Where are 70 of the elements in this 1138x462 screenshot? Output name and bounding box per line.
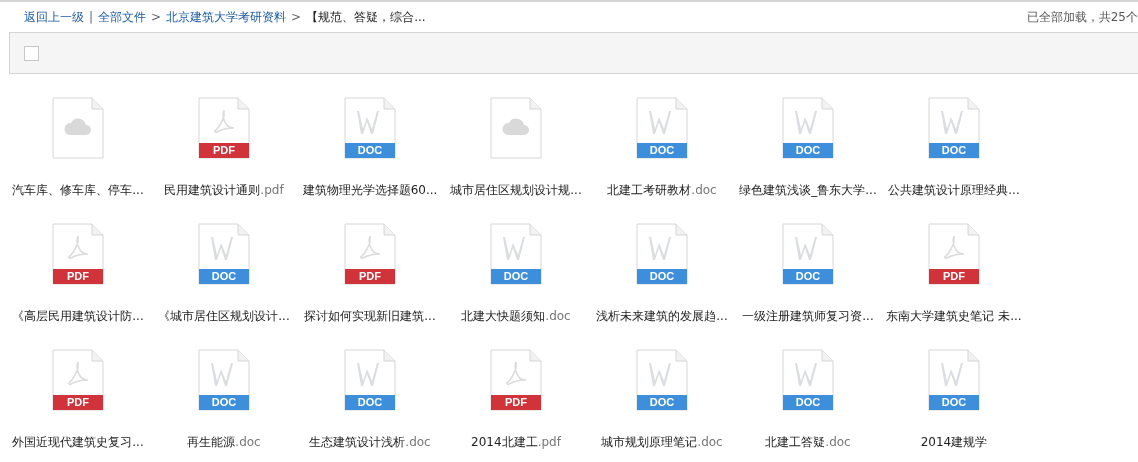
file-type-label: DOC — [794, 395, 822, 410]
doc-file-icon — [198, 223, 250, 285]
file-type-label: DOC — [210, 269, 238, 284]
file-name[interactable]: 北建大快题须知.doc — [461, 308, 571, 325]
file-type-label: DOC — [794, 269, 822, 284]
file-type-label: DOC — [794, 143, 822, 158]
file-type-label: DOC — [940, 395, 968, 410]
file-type-label: DOC — [648, 395, 676, 410]
breadcrumb-separator: | — [89, 10, 94, 24]
doc-file-icon — [636, 223, 688, 285]
file-name[interactable]: 2014建规学 — [920, 434, 988, 451]
breadcrumb-link[interactable]: 全部文件 — [98, 8, 147, 26]
file-name[interactable]: 建筑物理光学选择题60... — [302, 182, 438, 199]
file-type-label: PDF — [504, 395, 528, 410]
file-type-label: PDF — [942, 269, 966, 284]
file-type-label: DOC — [648, 269, 676, 284]
file-name[interactable]: 一级注册建筑师复习资... — [742, 308, 874, 325]
file-name[interactable]: 民用建筑设计通则.pdf — [164, 182, 284, 199]
doc-file-icon — [928, 97, 980, 159]
file-type-label: DOC — [356, 143, 384, 158]
breadcrumb-link[interactable]: 返回上一级 — [24, 8, 84, 26]
file-name[interactable]: 再生能源.doc — [187, 434, 261, 451]
breadcrumb-separator: > — [291, 10, 302, 24]
doc-file-icon — [636, 97, 688, 159]
doc-file-icon — [636, 349, 688, 411]
file-type-label: PDF — [66, 395, 90, 410]
file-name[interactable]: 汽车库、修车库、停车... — [12, 182, 144, 199]
file-type-label: DOC — [940, 143, 968, 158]
pdf-file-icon — [52, 223, 104, 285]
file-name[interactable]: 探讨如何实现新旧建筑... — [304, 308, 436, 325]
file-name[interactable]: 绿色建筑浅谈_鲁东大学... — [739, 182, 877, 199]
file-name[interactable]: 2014北建工.pdf — [471, 434, 561, 451]
breadcrumb-separator: > — [151, 10, 162, 24]
cloud-file-icon — [52, 97, 104, 159]
file-type-label: PDF — [212, 143, 236, 158]
doc-file-icon — [782, 223, 834, 285]
pdf-file-icon — [198, 97, 250, 159]
file-name[interactable]: 生态建筑设计浅析.doc — [309, 434, 431, 451]
cloud-file-icon — [490, 97, 542, 159]
doc-file-icon — [782, 97, 834, 159]
file-name[interactable]: 城市规划原理笔记.doc — [601, 434, 723, 451]
load-status: 已全部加载，共25个 — [1026, 8, 1138, 26]
doc-file-icon — [928, 349, 980, 411]
file-name[interactable]: 《高层民用建筑设计防... — [12, 308, 144, 325]
pdf-file-icon — [52, 349, 104, 411]
breadcrumb-link[interactable]: 北京建筑大学考研资料 — [166, 8, 287, 26]
file-type-label: PDF — [358, 269, 382, 284]
select-all-checkbox[interactable] — [24, 45, 39, 61]
file-type-label: DOC — [648, 143, 676, 158]
doc-file-icon — [490, 223, 542, 285]
file-name[interactable]: 北建工答疑.doc — [765, 434, 851, 451]
file-type-label: DOC — [210, 395, 238, 410]
file-type-label: PDF — [66, 269, 90, 284]
file-type-label: DOC — [356, 395, 384, 410]
pdf-file-icon — [928, 223, 980, 285]
file-type-label: DOC — [502, 269, 530, 284]
doc-file-icon — [344, 97, 396, 159]
file-name[interactable]: 公共建筑设计原理经典... — [888, 182, 1020, 199]
breadcrumb-current: 【规范、答疑，综合... — [306, 8, 426, 26]
file-name[interactable]: 城市居住区规划设计规... — [450, 182, 582, 199]
file-name[interactable]: 外国近现代建筑史复习... — [12, 434, 144, 451]
doc-file-icon — [344, 349, 396, 411]
doc-file-icon — [782, 349, 834, 411]
file-name[interactable]: 《城市居住区规划设计... — [158, 308, 290, 325]
pdf-file-icon — [490, 349, 542, 411]
file-name[interactable]: 东南大学建筑史笔记 未... — [886, 308, 1022, 325]
file-name[interactable]: 北建工考研教材.doc — [607, 182, 717, 199]
pdf-file-icon — [344, 223, 396, 285]
doc-file-icon — [198, 349, 250, 411]
file-name[interactable]: 浅析未来建筑的发展趋... — [596, 308, 728, 325]
